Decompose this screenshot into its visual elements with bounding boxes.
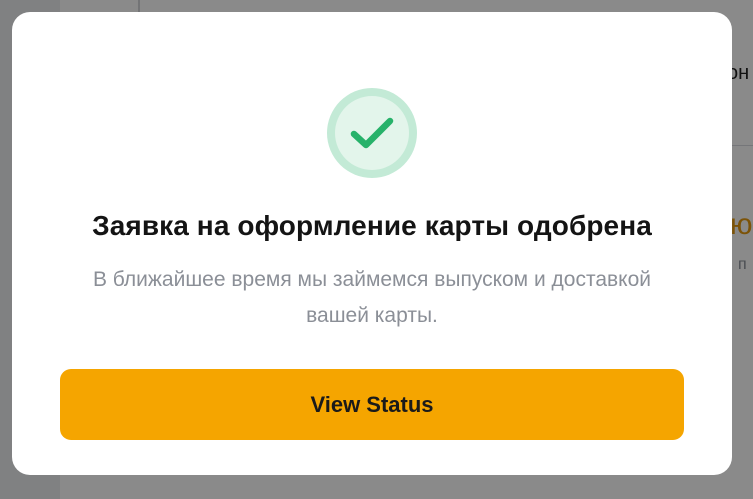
success-badge-inner	[335, 96, 409, 170]
dialog-title: Заявка на оформление карты одобрена	[92, 210, 652, 241]
dialog-message: В ближайшее время мы займемся выпуском и…	[92, 268, 652, 327]
view-status-button[interactable]: View Status	[60, 369, 684, 440]
approval-dialog: Заявка на оформление карты одобрена В бл…	[12, 12, 732, 475]
success-badge	[327, 88, 417, 178]
check-icon	[350, 117, 394, 149]
